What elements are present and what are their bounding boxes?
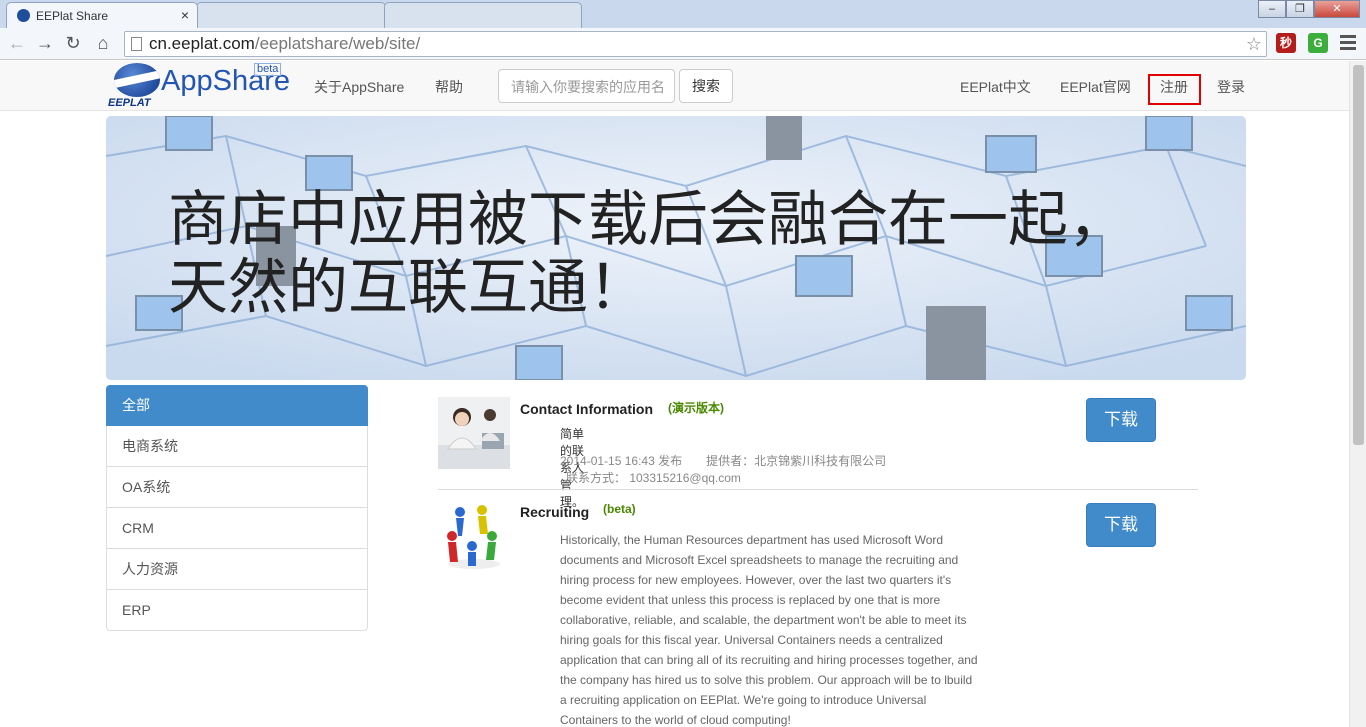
app-name[interactable]: Recruiting <box>520 504 589 520</box>
browser-tab-inactive[interactable] <box>196 2 386 28</box>
browser-menu-icon[interactable] <box>1340 35 1356 53</box>
window-controls: – ❐ ✕ <box>1258 0 1360 18</box>
app-tag: (beta) <box>603 502 636 516</box>
address-bar[interactable]: cn.eeplat.com/eeplatshare/web/site/ ☆ <box>124 31 1267 57</box>
download-button[interactable]: 下载 <box>1086 398 1156 442</box>
browser-toolbar: ← → ↻ ⌂ cn.eeplat.com/eeplatshare/web/si… <box>0 28 1366 60</box>
category-oa[interactable]: OA系统 <box>106 467 368 508</box>
tab-close-icon[interactable]: × <box>181 7 189 23</box>
browser-tab-strip: EEPlat Share × – ❐ ✕ <box>0 0 1366 28</box>
maximize-icon[interactable]: ❐ <box>1286 0 1314 18</box>
app-thumbnail-contact[interactable] <box>438 397 510 469</box>
banner-headline-line1: 商店中应用被下载后会融合在一起， <box>168 185 1128 255</box>
search-button[interactable]: 搜索 <box>679 69 733 103</box>
banner-headline-line2: 天然的互联互通！ <box>168 253 648 323</box>
back-icon[interactable]: ← <box>6 32 28 54</box>
url-path: /eeplatshare/web/site/ <box>254 34 421 53</box>
nav-about-link[interactable]: 关于AppShare <box>314 77 404 97</box>
category-crm[interactable]: CRM <box>106 508 368 549</box>
site-navbar: AppShare beta EEPLAT 关于AppShare 帮助 请输入你要… <box>0 61 1349 111</box>
globe-logo-icon <box>114 63 160 97</box>
nav-eeplat-site-link[interactable]: EEPlat官网 <box>1060 77 1131 97</box>
browser-tab-inactive[interactable] <box>384 2 582 28</box>
logo-beta-badge: beta <box>254 63 282 76</box>
app-published: 2014-01-15 16:43 发布 <box>560 454 683 468</box>
bookmark-star-icon[interactable]: ☆ <box>1246 32 1262 56</box>
team-circle-image <box>438 500 510 572</box>
nav-help-link[interactable]: 帮助 <box>435 77 463 97</box>
category-sidebar: 全部 电商系统 OA系统 CRM 人力资源 ERP <box>106 385 368 631</box>
app-provider: 提供者：北京锦紫川科技有限公司 <box>706 454 887 468</box>
page-icon <box>131 37 142 51</box>
forward-icon[interactable]: → <box>34 32 56 54</box>
logo-subtext: EEPLAT <box>108 97 151 109</box>
home-icon[interactable]: ⌂ <box>92 32 114 54</box>
app-contact: 联系方式： 103315216@qq.com <box>566 471 741 485</box>
extension-green-icon[interactable]: G <box>1308 33 1328 53</box>
app-meta: 2014-01-15 16:43 发布 提供者：北京锦紫川科技有限公司 <box>560 452 910 469</box>
url-host: cn.eeplat.com <box>149 34 255 53</box>
category-erp[interactable]: ERP <box>106 590 368 631</box>
category-ecommerce[interactable]: 电商系统 <box>106 426 368 467</box>
scrollbar-thumb[interactable] <box>1353 65 1364 445</box>
category-hr[interactable]: 人力资源 <box>106 549 368 590</box>
nav-login-link[interactable]: 登录 <box>1217 77 1245 97</box>
page-scrollbar[interactable] <box>1349 61 1366 727</box>
nav-register-link[interactable]: 注册 <box>1160 77 1188 97</box>
download-button[interactable]: 下载 <box>1086 503 1156 547</box>
nav-eeplat-cn-link[interactable]: EEPlat中文 <box>960 77 1031 97</box>
window-close-icon[interactable]: ✕ <box>1314 0 1360 18</box>
call-center-image <box>438 397 510 469</box>
app-description: Historically, the Human Resources depart… <box>560 533 978 727</box>
site-favicon-icon <box>17 9 30 22</box>
browser-tab-active[interactable]: EEPlat Share × <box>6 2 198 28</box>
minimize-icon[interactable]: – <box>1258 0 1286 18</box>
app-name[interactable]: Contact Information <box>520 401 653 417</box>
search-input[interactable]: 请输入你要搜索的应用名 <box>498 69 675 103</box>
tab-title: EEPlat Share <box>36 8 109 23</box>
app-divider <box>438 489 1198 490</box>
app-thumbnail-recruiting[interactable] <box>438 500 510 572</box>
category-all[interactable]: 全部 <box>106 385 368 426</box>
extension-miaosha-icon[interactable]: 秒 <box>1276 33 1296 53</box>
appshare-logo[interactable]: AppShare beta EEPLAT <box>106 61 290 109</box>
hero-banner: 商店中应用被下载后会融合在一起， 天然的互联互通！ <box>106 116 1246 380</box>
app-tag: (演示版本) <box>668 401 724 415</box>
reload-icon[interactable]: ↻ <box>62 32 84 54</box>
